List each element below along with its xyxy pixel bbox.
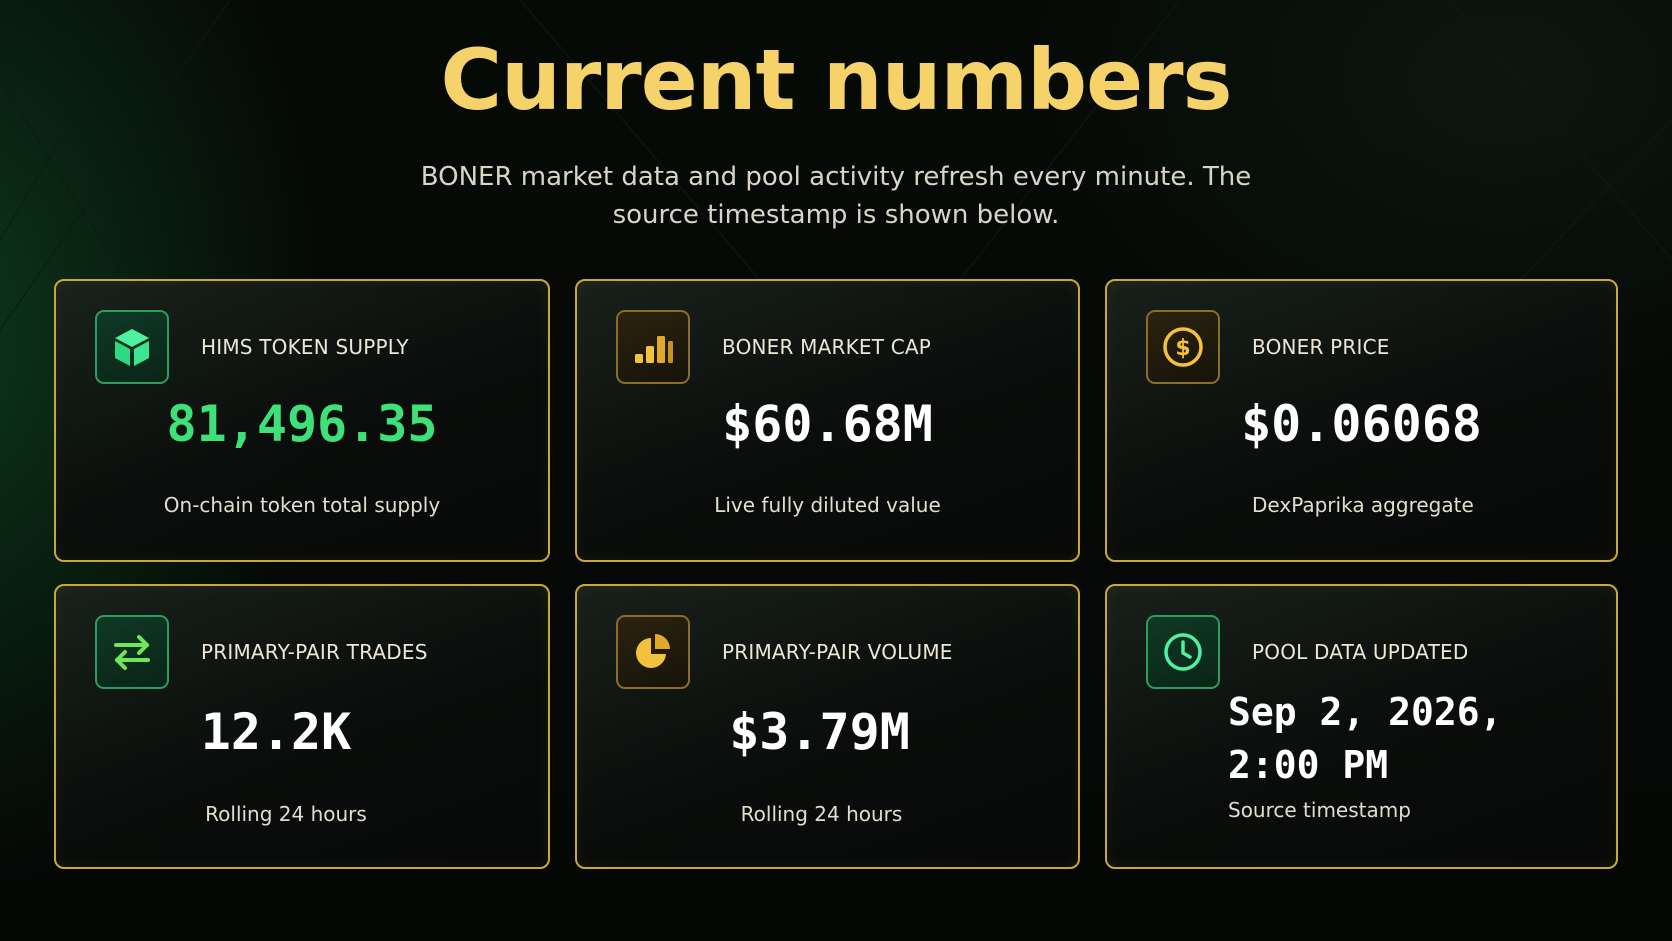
- stat-card-primary-pair-volume: PRIMARY-PAIR VOLUME $3.79M Rolling 24 ho…: [575, 584, 1080, 869]
- card-value: $0.06068: [1241, 395, 1482, 453]
- card-label: PRIMARY-PAIR TRADES: [201, 640, 428, 664]
- swap-arrows-icon: [95, 615, 169, 689]
- card-caption: Rolling 24 hours: [740, 802, 903, 826]
- card-caption: DexPaprika aggregate: [1252, 493, 1474, 517]
- card-value: $3.79M: [729, 703, 910, 761]
- card-caption: On-chain token total supply: [163, 493, 441, 517]
- page-title: Current numbers: [440, 31, 1232, 129]
- card-label: POOL DATA UPDATED: [1252, 640, 1469, 664]
- card-label: BONER PRICE: [1252, 335, 1390, 359]
- card-label: BONER MARKET CAP: [722, 335, 932, 359]
- card-value: 12.2K: [200, 703, 352, 761]
- stat-card-hims-token-supply: HIMS TOKEN SUPPLY 81,496.35 On-chain tok…: [54, 279, 550, 562]
- card-value: $60.68M: [722, 395, 933, 453]
- stat-card-boner-price: $ BONER PRICE $0.06068 DexPaprika aggreg…: [1105, 279, 1618, 562]
- card-label: HIMS TOKEN SUPPLY: [201, 335, 409, 359]
- stat-card-boner-market-cap: BONER MARKET CAP $60.68M Live fully dilu…: [575, 279, 1080, 562]
- pie-chart-icon: [616, 615, 690, 689]
- clock-icon: [1146, 615, 1220, 689]
- stat-card-primary-pair-trades: PRIMARY-PAIR TRADES 12.2K Rolling 24 hou…: [54, 584, 550, 869]
- card-value: 81,496.35: [166, 395, 438, 453]
- bar-chart-icon: [616, 310, 690, 384]
- svg-text:$: $: [1175, 336, 1190, 361]
- cube-icon: [95, 310, 169, 384]
- page-subtitle: BONER market data and pool activity refr…: [420, 162, 1252, 230]
- card-caption: Rolling 24 hours: [205, 802, 367, 826]
- timestamp-value: Sep 2, 2026, 2:00 PM: [1228, 690, 1503, 787]
- card-caption: Live fully diluted value: [714, 493, 941, 517]
- stat-card-pool-data-updated: POOL DATA UPDATED Sep 2, 2026, 2:00 PM S…: [1105, 584, 1618, 869]
- card-label: PRIMARY-PAIR VOLUME: [722, 640, 953, 664]
- card-caption: Source timestamp: [1228, 798, 1411, 822]
- dollar-coin-icon: $: [1146, 310, 1220, 384]
